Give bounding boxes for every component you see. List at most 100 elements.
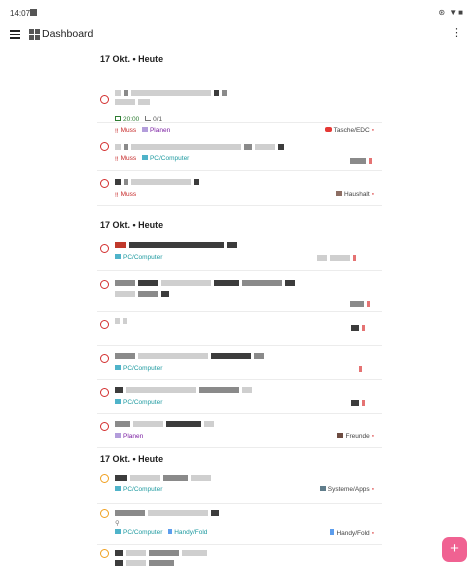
computer-icon (115, 364, 121, 370)
context-label: Systeme/Apps (327, 486, 370, 493)
redacted-text (115, 179, 202, 185)
task-tags: PC/Computer (115, 364, 166, 372)
task-tags: Planen (115, 432, 147, 440)
context-tag: PC/Computer (123, 486, 163, 493)
task-checkbox[interactable] (100, 320, 109, 329)
house-icon (336, 191, 343, 196)
context-tag: PC/Computer (123, 399, 163, 406)
page-title: Dashboard (42, 28, 94, 40)
plan-tag: Planen (149, 127, 171, 134)
menu-icon[interactable] (10, 30, 20, 39)
task-checkbox[interactable] (100, 422, 109, 431)
task-checkbox[interactable] (100, 474, 109, 483)
redacted-text (115, 560, 177, 566)
section-header: 17 Okt. • Heute (100, 220, 164, 230)
add-task-button[interactable]: + (442, 537, 467, 562)
redacted-text (351, 325, 368, 331)
notification-icon (30, 9, 37, 16)
context-tag: Tasche/EDC ▪ (324, 127, 374, 134)
context-label: Freunde (345, 433, 370, 440)
phone-icon (330, 529, 335, 535)
clipboard-icon (141, 126, 148, 132)
task-checkbox[interactable] (100, 179, 109, 188)
priority-tag: Muss (120, 127, 137, 134)
task-checkbox[interactable] (100, 142, 109, 151)
task-tags: PC/Computer (115, 398, 166, 406)
subtask-count: 0/1 (153, 116, 163, 123)
task-tags: !! Muss PC/Computer (115, 154, 193, 163)
subtask-icon (145, 115, 152, 121)
plan-tag: Planen (123, 433, 144, 440)
context-tag-2: Handy/Fold (174, 529, 208, 536)
context-tag: PC/Computer (123, 365, 163, 372)
context-tag: PC/Computer (123, 529, 163, 536)
redacted-text (115, 421, 217, 427)
tools-icon (319, 486, 326, 491)
task-item[interactable] (97, 312, 382, 346)
task-tags: !! Muss (115, 191, 140, 199)
redacted-text (115, 387, 255, 393)
app-bar: Dashboard ⋮ (0, 22, 474, 50)
task-tags: !! Muss Planen (115, 126, 174, 135)
computer-icon (115, 398, 121, 404)
task-checkbox[interactable] (100, 549, 109, 558)
context-tag: Handy/Fold ▪ (330, 529, 374, 537)
context-tag: Freunde ▪ (337, 433, 374, 440)
task-item[interactable]: PC/Computer (97, 346, 382, 380)
redacted-text (350, 301, 373, 307)
redacted-text (115, 291, 172, 297)
task-item[interactable]: !! Muss Haushalt ▪ (97, 171, 382, 206)
section-header: 17 Okt. • Heute (100, 454, 164, 464)
task-time: 20:00 (123, 116, 140, 123)
redacted-text (317, 255, 359, 261)
plus-icon: + (450, 540, 459, 557)
status-icons: ⊛ ▼■ (438, 8, 464, 17)
redacted-text (115, 90, 230, 96)
computer-icon (115, 528, 121, 534)
task-tags: PC/Computer (115, 485, 166, 493)
redacted-text (115, 353, 267, 359)
task-item[interactable]: ⚲ PC/Computer Handy/Fold Handy/Fold ▪ (97, 504, 382, 545)
context-label: Tasche/EDC (333, 127, 370, 134)
calendar-icon (115, 115, 121, 121)
task-checkbox[interactable] (100, 244, 109, 253)
redacted-text (115, 242, 240, 248)
task-checkbox[interactable] (100, 509, 109, 518)
task-item[interactable]: PC/Computer (97, 236, 382, 271)
status-bar: 14:07 ⊛ ▼■ (0, 0, 474, 22)
exclamation-icon: !! (115, 155, 119, 163)
task-checkbox[interactable] (100, 388, 109, 397)
task-checkbox[interactable] (100, 280, 109, 289)
priority-tag: Muss (120, 155, 137, 162)
more-vert-icon[interactable]: ⋮ (451, 28, 462, 39)
context-tag: PC/Computer (123, 254, 163, 261)
task-item[interactable] (97, 271, 382, 312)
dashboard-icon (29, 29, 40, 40)
clipboard-icon (115, 432, 121, 438)
task-item[interactable]: 20:00 0/1 !! Muss Planen Tasche/EDC ▪ (97, 68, 382, 135)
redacted-text (115, 510, 222, 516)
computer-icon (141, 154, 148, 160)
task-item[interactable]: Planen Freunde ▪ (97, 414, 382, 448)
computer-icon (115, 253, 121, 259)
redacted-text (351, 400, 368, 406)
task-tags: PC/Computer (115, 253, 166, 261)
phone-icon (168, 528, 173, 534)
task-item[interactable]: PC/Computer (97, 380, 382, 414)
context-label: Handy/Fold (336, 530, 370, 537)
task-checkbox[interactable] (100, 95, 109, 104)
task-item[interactable] (97, 545, 382, 579)
task-item[interactable]: !! Muss PC/Computer (97, 137, 382, 171)
exclamation-icon: !! (115, 127, 119, 135)
task-meta: 20:00 0/1 (115, 115, 166, 123)
redacted-text (350, 158, 375, 164)
task-item[interactable]: PC/Computer Systeme/Apps ▪ (97, 470, 382, 504)
computer-icon (115, 485, 121, 491)
redacted-text (359, 366, 365, 372)
task-list: 17 Okt. • Heute 20:00 0/1 !! Muss Planen … (97, 50, 382, 579)
exclamation-icon: !! (115, 191, 119, 199)
redacted-text (115, 475, 214, 481)
redacted-text (115, 280, 298, 286)
priority-tag: Muss (120, 191, 137, 198)
task-checkbox[interactable] (100, 354, 109, 363)
